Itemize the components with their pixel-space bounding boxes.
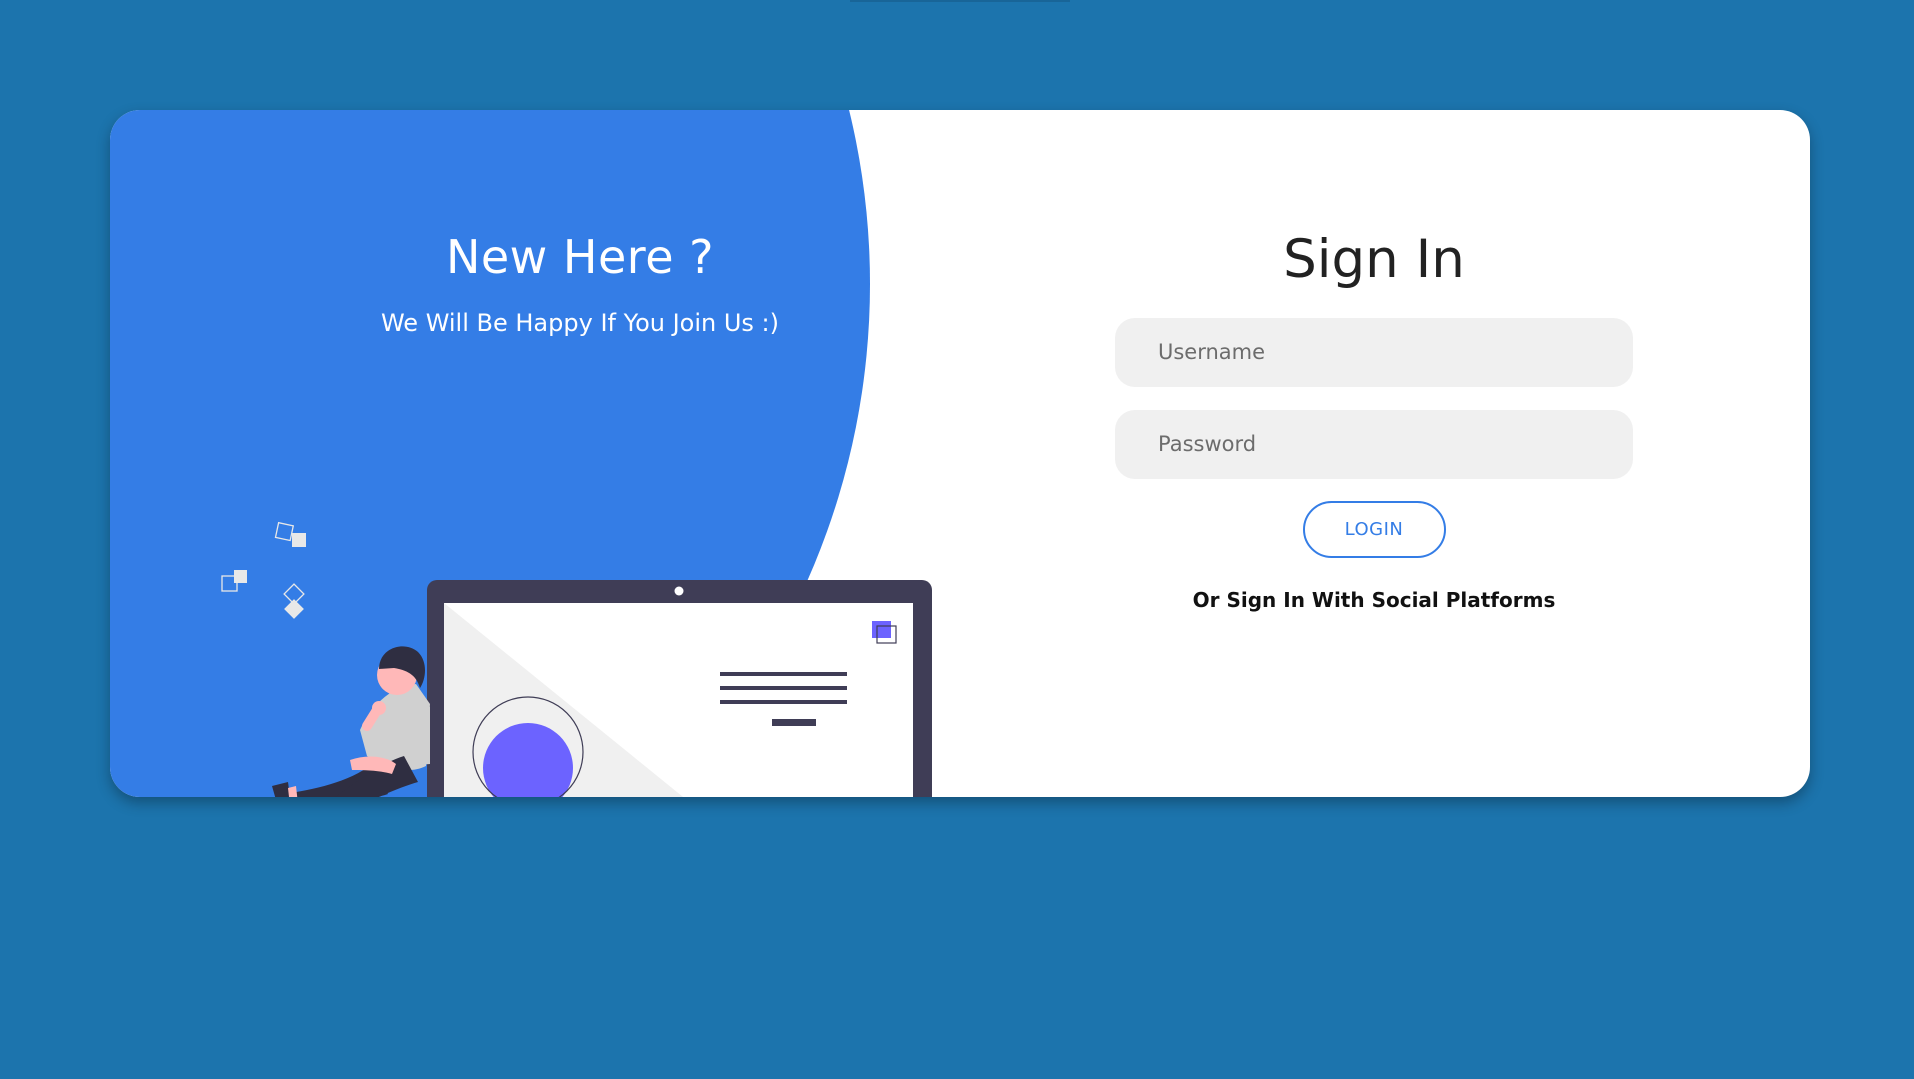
welcome-title: New Here ? — [445, 230, 715, 284]
username-input[interactable] — [1115, 317, 1633, 387]
login-card: New Here ? We Will Be Happy If You Join … — [110, 110, 1810, 797]
person-icon — [272, 646, 430, 797]
floating-squares — [221, 521, 306, 619]
password-input[interactable] — [1115, 409, 1633, 479]
top-edge-line — [850, 0, 1070, 2]
login-button[interactable]: LOGIN — [1302, 500, 1446, 558]
person-laptop-illustration — [221, 521, 932, 797]
welcome-panel: New Here ? We Will Be Happy If You Join … — [330, 230, 830, 338]
signin-title: Sign In — [1283, 229, 1465, 290]
social-signin-text: Or Sign In With Social Platforms — [1192, 587, 1556, 612]
laptop-icon — [427, 580, 932, 797]
welcome-subtitle: We Will Be Happy If You Join Us :) — [380, 309, 780, 338]
signin-form: Sign In LOGIN Or Sign In With Social Pla… — [1115, 228, 1633, 612]
